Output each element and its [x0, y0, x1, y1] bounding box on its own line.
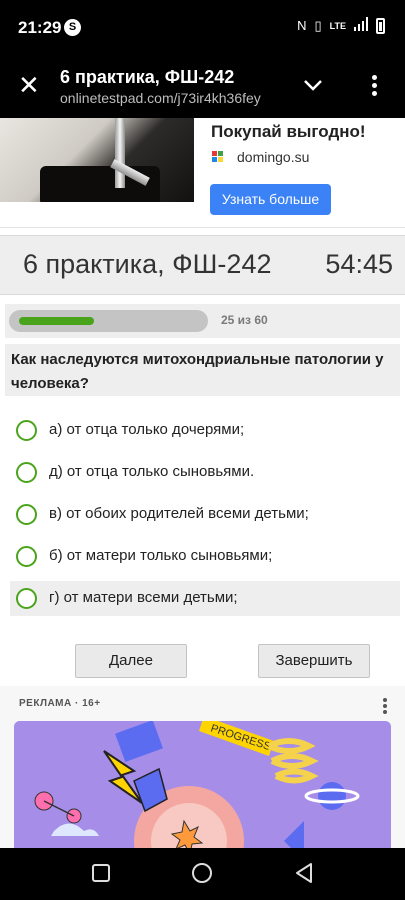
web-content[interactable]: Покупай выгодно! domingo.su Узнать больш…: [0, 118, 405, 848]
status-time: 21:29: [18, 18, 62, 37]
radio-button[interactable]: [16, 462, 37, 483]
battery-icon: [376, 17, 385, 34]
ad-image[interactable]: [0, 118, 194, 202]
answer-option[interactable]: б) от матери только сыновьями;: [10, 539, 400, 574]
answer-label[interactable]: д) от отца только сыновьями.: [49, 463, 254, 480]
finish-button[interactable]: Завершить: [258, 644, 370, 678]
progress-section: 25 из 60: [5, 304, 400, 338]
ad-illustration[interactable]: PROGRESS: [14, 721, 391, 848]
chevron-down-icon[interactable]: [303, 78, 323, 97]
quiz-timer: 54:45: [325, 249, 393, 279]
radio-button[interactable]: [16, 504, 37, 525]
answer-label[interactable]: г) от матери всеми детьми;: [49, 589, 238, 606]
bottom-ad[interactable]: РЕКЛАМА · 16+ PROGRESS: [0, 686, 405, 848]
page-url[interactable]: onlinetestpad.com/j73ir4kh36fey: [60, 90, 261, 106]
recents-icon[interactable]: [92, 864, 110, 882]
next-button[interactable]: Далее: [75, 644, 187, 678]
page-title: 6 практика, ФШ-242: [60, 67, 235, 87]
progress-bar: [9, 310, 208, 332]
app-notification-icon: S: [64, 19, 81, 36]
more-options-icon[interactable]: [366, 72, 382, 102]
home-icon[interactable]: [192, 863, 212, 883]
quiz-title: 6 практика, ФШ-242: [23, 249, 272, 279]
progress-fill: [19, 317, 94, 325]
answer-label[interactable]: б) от матери только сыновьями;: [49, 547, 272, 564]
ad-domain[interactable]: domingo.su: [237, 149, 309, 165]
radio-button[interactable]: [16, 588, 37, 609]
vibrate-icon: ▯: [314, 17, 322, 33]
status-bar: 21:29 S N ▯ LTE: [0, 0, 405, 56]
answer-option[interactable]: г) от матери всеми детьми;: [10, 581, 400, 616]
network-label: LTE: [329, 20, 346, 31]
custom-tab-toolbar: ✕ 6 практика, ФШ-242 onlinetestpad.com/j…: [0, 56, 405, 118]
answer-option[interactable]: а) от отца только дочерями;: [10, 413, 400, 448]
quiz-header: 6 практика, ФШ-242 54:45: [0, 235, 405, 295]
ad-label: РЕКЛАМА · 16+: [19, 698, 101, 709]
answer-list: а) от отца только дочерями; д) от отца т…: [10, 413, 400, 623]
signal-icon: [354, 17, 368, 34]
close-icon[interactable]: ✕: [18, 70, 40, 100]
domingo-logo-icon: [212, 151, 224, 163]
ad-headline[interactable]: Покупай выгодно!: [211, 122, 366, 142]
status-icons: N ▯ LTE: [297, 17, 385, 34]
progress-text: 25 из 60: [221, 313, 268, 327]
answer-option[interactable]: в) от обоих родителей всеми детьми;: [10, 497, 400, 532]
ad-more-options-icon[interactable]: [381, 696, 389, 718]
quiz-buttons: Далее Завершить: [0, 644, 405, 680]
nfc-icon: N: [297, 18, 307, 33]
banner-ad[interactable]: Покупай выгодно! domingo.su Узнать больш…: [0, 118, 405, 228]
answer-option[interactable]: д) от отца только сыновьями.: [10, 455, 400, 490]
radio-button[interactable]: [16, 546, 37, 567]
system-nav-bar: [0, 848, 405, 900]
answer-label[interactable]: а) от отца только дочерями;: [49, 421, 244, 438]
ad-learn-more-button[interactable]: Узнать больше: [210, 184, 331, 215]
radio-button[interactable]: [16, 420, 37, 441]
answer-label[interactable]: в) от обоих родителей всеми детьми;: [49, 505, 309, 522]
question-text: Как наследуются митохондриальные патолог…: [5, 344, 400, 396]
back-icon[interactable]: [294, 862, 314, 889]
